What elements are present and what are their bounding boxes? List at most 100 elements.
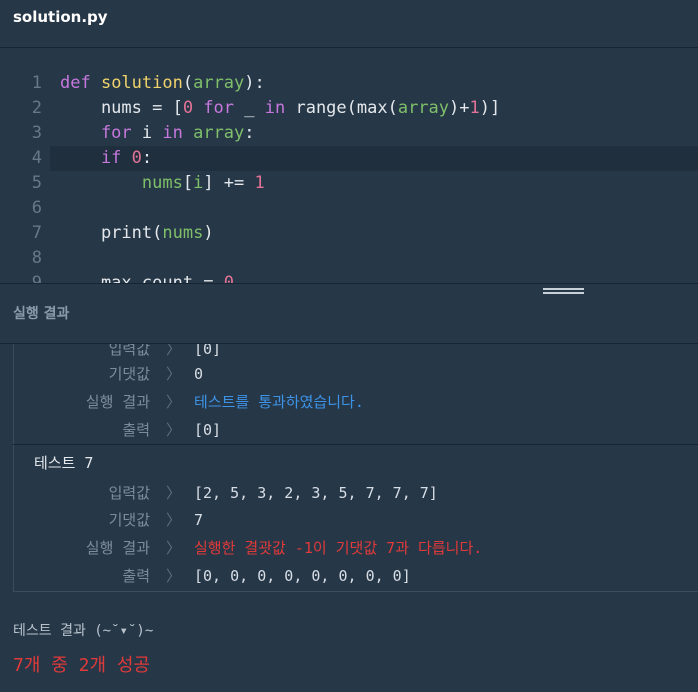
code-text: nums = [0 for _ in range(max(array)+1)] xyxy=(60,96,500,121)
line-number: 6 xyxy=(31,198,42,218)
output-label: 출력 xyxy=(122,567,150,585)
code-token: 1 xyxy=(254,173,265,193)
result-panel-title: 실행 결과 xyxy=(13,306,70,322)
code-token: ): xyxy=(244,73,265,93)
code-token: array xyxy=(193,73,245,93)
expected-label: 기댓값 xyxy=(108,365,150,383)
code-token: if xyxy=(60,148,132,168)
code-token: array xyxy=(182,123,245,143)
code-token: range(max( xyxy=(285,98,398,118)
chevron-right-icon: 〉 xyxy=(166,421,182,439)
code-token: : xyxy=(244,123,255,143)
code-line[interactable]: 8 xyxy=(0,246,698,271)
code-token: 0 xyxy=(182,98,194,118)
code-token: nums xyxy=(162,223,204,243)
code-token: 0 xyxy=(131,148,142,168)
test-row-result: 실행 결과 〉 실행한 결괏값 -1이 기댓값 7과 다릅니다. xyxy=(14,536,674,560)
code-token: _ xyxy=(234,98,265,118)
code-line[interactable]: 9 max_count = 0 xyxy=(0,271,698,283)
chevron-right-icon: 〉 xyxy=(166,344,182,358)
code-token: ( xyxy=(182,73,194,93)
code-token: nums = [ xyxy=(60,98,183,118)
code-line[interactable]: 3 for i in array: xyxy=(0,121,698,146)
chevron-right-icon: 〉 xyxy=(166,365,182,383)
code-token: 1 xyxy=(469,98,480,118)
input-value: [2, 5, 3, 2, 3, 5, 7, 7, 7] xyxy=(194,484,438,502)
code-token: i xyxy=(193,173,204,193)
input-label: 입력값 xyxy=(108,484,150,502)
result-label: 실행 결과 xyxy=(85,393,150,411)
line-number: 9 xyxy=(31,273,42,283)
test-title: 테스트 7 xyxy=(34,454,94,472)
code-line[interactable]: 2 nums = [0 for _ in range(max(array)+1)… xyxy=(0,96,698,121)
chevron-right-icon: 〉 xyxy=(166,393,182,411)
chevron-right-icon: 〉 xyxy=(166,511,182,529)
code-token: in xyxy=(162,123,183,143)
test-row-result: 실행 결과 〉 테스트를 통과하였습니다. xyxy=(14,390,674,414)
resize-handle-icon[interactable] xyxy=(543,288,584,298)
line-number: 8 xyxy=(31,248,42,268)
test-row-expected: 기댓값 〉 7 xyxy=(14,508,674,532)
code-text: if 0: xyxy=(60,146,152,171)
test-summary-label: 테스트 결과 (~˘▾˘)~ xyxy=(13,623,154,639)
result-panel-header: 실행 결과 xyxy=(0,283,698,344)
input-value: [0] xyxy=(194,344,222,358)
line-number: 5 xyxy=(31,173,42,193)
code-text: for i in array: xyxy=(60,121,255,146)
code-token: ) xyxy=(203,223,214,243)
chevron-right-icon: 〉 xyxy=(166,484,182,502)
code-token: for xyxy=(60,123,132,143)
output-console: 입력값 〉 [0] 기댓값 〉 0 실행 결과 〉 테스트를 통과하였습니다. … xyxy=(0,344,698,692)
code-token: ] += xyxy=(203,173,255,193)
code-line[interactable]: 4 if 0: xyxy=(32,146,698,171)
result-value-pass: 테스트를 통과하였습니다. xyxy=(194,393,364,411)
line-number: 3 xyxy=(31,123,42,143)
test-row-input: 입력값 〉 [0] xyxy=(14,344,674,361)
code-text: def solution(array): xyxy=(60,71,265,96)
chevron-right-icon: 〉 xyxy=(166,567,182,585)
line-number: 2 xyxy=(31,98,42,118)
line-number: 1 xyxy=(31,73,42,93)
line-number: 4 xyxy=(31,148,42,168)
code-line[interactable]: 5 nums[i] += 1 xyxy=(0,171,698,196)
output-bottom-border xyxy=(13,591,698,592)
code-token: for xyxy=(193,98,235,118)
code-token: array xyxy=(397,98,450,118)
test-row-expected: 기댓값 〉 0 xyxy=(14,362,674,386)
code-token: : xyxy=(141,148,153,168)
code-token: nums xyxy=(60,173,183,193)
result-label: 실행 결과 xyxy=(85,539,150,557)
code-editor[interactable]: 1 def solution(array): 2 nums = [0 for _ i… xyxy=(0,49,698,283)
test-case-7: 테스트 7 입력값 〉 [2, 5, 3, 2, 3, 5, 7, 7, 7] … xyxy=(13,445,698,591)
code-text: print(nums) xyxy=(60,221,214,246)
code-line[interactable]: 6 xyxy=(0,196,698,221)
input-label: 입력값 xyxy=(108,344,150,358)
code-token: def xyxy=(60,73,101,93)
code-line[interactable]: 1 def solution(array): xyxy=(0,71,698,96)
test-row-output: 출력 〉 [0, 0, 0, 0, 0, 0, 0, 0] xyxy=(14,564,674,588)
code-token: 0 xyxy=(223,273,235,283)
code-token: i xyxy=(131,123,163,143)
code-token: )] xyxy=(479,98,501,118)
output-value: [0, 0, 0, 0, 0, 0, 0, 0] xyxy=(194,567,411,585)
chevron-right-icon: 〉 xyxy=(166,539,182,557)
output-value: [0] xyxy=(194,421,222,439)
test-summary-value: 7개 중 2개 성공 xyxy=(13,655,150,676)
file-tab-solution[interactable]: solution.py xyxy=(13,8,108,26)
test-row-input: 입력값 〉 [2, 5, 3, 2, 3, 5, 7, 7, 7] xyxy=(14,481,674,505)
code-token: )+ xyxy=(449,98,470,118)
expected-label: 기댓값 xyxy=(108,511,150,529)
line-number: 7 xyxy=(31,223,42,243)
test-case-6: 입력값 〉 [0] 기댓값 〉 0 실행 결과 〉 테스트를 통과하였습니다. … xyxy=(13,344,698,444)
code-token: print( xyxy=(60,223,163,243)
code-token: in xyxy=(264,98,286,118)
output-label: 출력 xyxy=(122,421,150,439)
expected-value: 0 xyxy=(194,365,204,383)
code-line[interactable]: 7 print(nums) xyxy=(0,221,698,246)
expected-value: 7 xyxy=(194,511,204,529)
code-token: solution xyxy=(100,73,183,93)
test-row-output: 출력 〉 [0] xyxy=(14,418,674,442)
code-token: [ xyxy=(182,173,194,193)
code-text: nums[i] += 1 xyxy=(60,171,265,196)
file-tab-bar: solution.py xyxy=(0,0,698,48)
